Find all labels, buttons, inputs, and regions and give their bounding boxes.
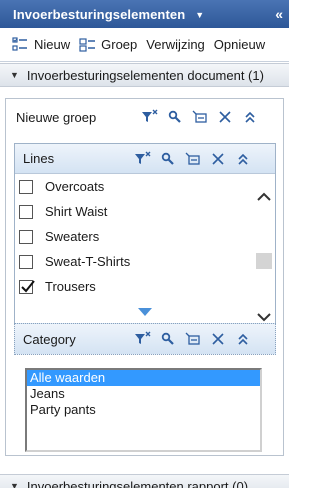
list-item[interactable]: Party pants: [27, 402, 260, 418]
reapply-label: Opnieuw: [213, 37, 266, 52]
collapse-panel-icon[interactable]: «: [275, 6, 283, 22]
category-filter-header: Category: [14, 323, 276, 355]
toolbar: Nieuw Groep Verwijzing Opnieuw: [0, 28, 289, 62]
search-icon[interactable]: [159, 150, 177, 168]
new-control-icon: [12, 37, 27, 51]
lines-checkbox-list: Overcoats Shirt Waist Sweaters Sweat-T-S…: [15, 174, 253, 344]
list-item-label: Sweat-T-Shirts: [45, 254, 131, 269]
clear-filter-icon[interactable]: [134, 330, 152, 348]
group-toolbar: [134, 108, 259, 126]
expand-list-arrow-icon[interactable]: [137, 305, 153, 320]
category-listbox[interactable]: Alle waarden Jeans Party pants: [25, 368, 262, 452]
checkbox[interactable]: [19, 204, 33, 219]
search-icon[interactable]: [159, 330, 177, 348]
list-item[interactable]: Trousers: [15, 274, 253, 299]
reference-button[interactable]: Verwijzing: [146, 37, 205, 52]
group-panel: Nieuwe groep Lines Overcoats Shirt Waist…: [5, 98, 284, 456]
lines-title: Lines: [23, 151, 55, 166]
collapse-up-icon[interactable]: [241, 108, 259, 126]
collapse-up-icon[interactable]: [234, 330, 252, 348]
list-item[interactable]: Jeans: [27, 386, 260, 402]
category-toolbar: [127, 330, 252, 348]
list-item-selected[interactable]: Alle waarden: [27, 370, 260, 386]
checkbox-checked[interactable]: [19, 279, 35, 294]
expand-triangle-icon: ▼: [10, 70, 19, 80]
checkbox[interactable]: [19, 229, 33, 244]
list-item-label: Trousers: [45, 279, 96, 294]
panel-title: Invoerbesturingselementen: [13, 6, 186, 22]
close-icon[interactable]: [209, 150, 227, 168]
scroll-thumb[interactable]: [256, 253, 272, 269]
group-header: Nieuwe groep: [16, 99, 96, 135]
checkbox[interactable]: [19, 254, 33, 269]
reapply-button[interactable]: Opnieuw: [214, 37, 265, 52]
list-item-label: Overcoats: [45, 179, 105, 194]
search-icon[interactable]: [166, 108, 184, 126]
panel-titlebar: Invoerbesturingselementen ▼ «: [0, 0, 289, 28]
collapse-up-icon[interactable]: [234, 150, 252, 168]
list-item[interactable]: Sweaters: [15, 224, 253, 249]
lines-header: Lines: [15, 144, 275, 174]
list-item[interactable]: Overcoats: [15, 174, 253, 199]
report-section-label: Invoerbesturingselementen rapport (0): [26, 478, 249, 488]
lines-scrollbar[interactable]: [253, 174, 275, 344]
list-item-label: Shirt Waist: [45, 204, 108, 219]
group-label: Groep: [101, 37, 138, 52]
clear-filter-icon[interactable]: [134, 150, 152, 168]
title-dropdown-icon[interactable]: ▼: [195, 10, 204, 20]
group-icon: [79, 37, 96, 52]
select-all-icon[interactable]: [184, 330, 202, 348]
select-all-icon[interactable]: [184, 150, 202, 168]
new-button[interactable]: Nieuw: [12, 37, 70, 52]
select-all-icon[interactable]: [191, 108, 209, 126]
list-item[interactable]: Sweat-T-Shirts: [15, 249, 253, 274]
clear-filter-icon[interactable]: [141, 108, 159, 126]
checkbox[interactable]: [19, 179, 33, 194]
document-section-header[interactable]: ▼ Invoerbesturingselementen document (1): [0, 63, 289, 87]
list-item[interactable]: Shirt Waist: [15, 199, 253, 224]
checkmark-icon: [21, 279, 35, 292]
close-icon[interactable]: [216, 108, 234, 126]
category-title: Category: [23, 331, 76, 347]
expand-triangle-icon: ▼: [10, 481, 19, 488]
reference-label: Verwijzing: [146, 37, 205, 52]
new-label: Nieuw: [34, 37, 71, 52]
document-section-label: Invoerbesturingselementen document (1): [26, 67, 264, 83]
lines-toolbar: [127, 150, 252, 168]
close-icon[interactable]: [209, 330, 227, 348]
report-section-header[interactable]: ▼ Invoerbesturingselementen rapport (0): [0, 474, 289, 488]
scroll-up-icon[interactable]: [256, 189, 272, 205]
group-button[interactable]: Groep: [79, 37, 137, 52]
group-title: Nieuwe groep: [16, 109, 97, 125]
list-item-label: Sweaters: [45, 229, 100, 244]
